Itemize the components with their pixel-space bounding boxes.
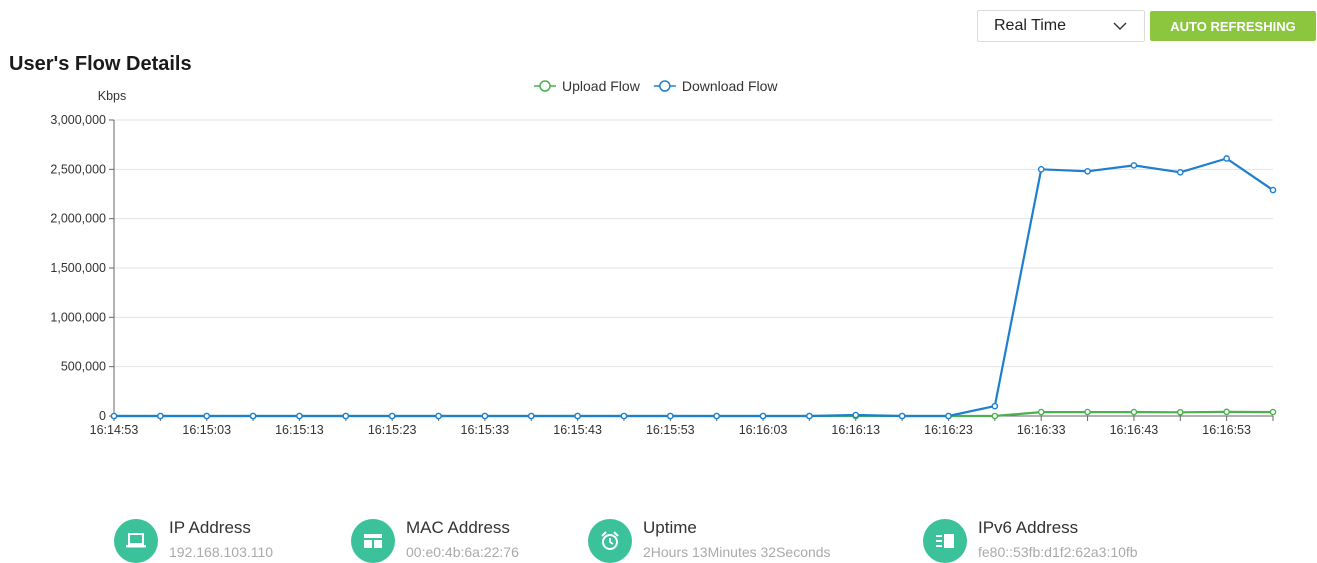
data-point[interactable] xyxy=(806,412,813,420)
x-tick-label: 16:16:03 xyxy=(739,423,788,437)
data-point[interactable] xyxy=(1130,408,1138,416)
ip-address-value: 192.168.103.110 xyxy=(169,544,274,560)
alarm-clock-icon xyxy=(588,519,632,563)
data-point[interactable] xyxy=(1084,408,1091,416)
data-point[interactable] xyxy=(1269,408,1277,416)
chart-grid xyxy=(114,119,1273,368)
auto-refreshing-button[interactable]: AUTO REFRESHING xyxy=(1150,11,1316,41)
x-tick-label: 16:16:13 xyxy=(831,423,880,437)
data-point[interactable] xyxy=(1176,168,1184,176)
data-point[interactable] xyxy=(157,412,164,420)
x-tick-label: 16:16:33 xyxy=(1017,423,1066,437)
x-tick-label: 16:15:23 xyxy=(368,423,417,437)
data-point[interactable] xyxy=(713,412,720,420)
x-tick-label: 16:15:53 xyxy=(646,423,695,437)
data-point[interactable] xyxy=(249,412,257,420)
data-point[interactable] xyxy=(388,412,396,420)
x-tick-label: 16:16:43 xyxy=(1110,423,1159,437)
mac-card-icon xyxy=(351,519,395,563)
y-tick-label: 1,500,000 xyxy=(50,261,106,275)
chevron-down-icon xyxy=(1110,16,1130,36)
data-point[interactable] xyxy=(481,412,489,420)
data-point[interactable] xyxy=(991,412,999,420)
data-point[interactable] xyxy=(991,402,999,410)
chart-series xyxy=(110,155,1277,420)
mac-address-info: MAC Address 00:e0:4b:6a:22:76 xyxy=(351,517,519,563)
data-point[interactable] xyxy=(852,411,860,419)
data-point[interactable] xyxy=(1037,166,1045,173)
data-point[interactable] xyxy=(296,412,303,420)
ipv6-address-value: fe80::53fb:d1f2:62a3:10fb xyxy=(978,544,1138,560)
ipv6-card-icon xyxy=(923,519,967,563)
y-tick-label: 500,000 xyxy=(61,360,106,374)
data-point[interactable] xyxy=(342,412,350,420)
mac-address-value: 00:e0:4b:6a:22:76 xyxy=(406,544,519,560)
data-point[interactable] xyxy=(759,412,767,420)
data-point[interactable] xyxy=(203,412,211,420)
data-point[interactable] xyxy=(1223,155,1230,162)
data-point[interactable] xyxy=(1084,168,1091,175)
x-tick-label: 16:15:43 xyxy=(553,423,602,437)
legend-label[interactable]: Download Flow xyxy=(682,78,779,94)
data-point[interactable] xyxy=(620,412,628,420)
x-tick-label: 16:15:13 xyxy=(275,423,324,437)
flow-chart: Upload Flow Download Flow Kbps 0 500,000 1,… xyxy=(50,78,1277,437)
x-tick-label: 16:16:53 xyxy=(1202,423,1251,437)
real-time-select[interactable]: Real Time xyxy=(977,10,1145,42)
data-point[interactable] xyxy=(945,412,952,420)
x-axis: 16:14:53 16:15:03 16:15:13 16:15:23 16:15:33… xyxy=(90,415,1274,437)
legend-label[interactable]: Upload Flow xyxy=(562,78,641,94)
data-point[interactable] xyxy=(1223,408,1230,416)
data-point[interactable] xyxy=(898,412,906,420)
y-tick-label: 2,000,000 xyxy=(50,212,106,226)
y-axis: 0 500,000 1,000,000 1,500,000 2,000,000 2,500… xyxy=(50,113,115,423)
legend-marker xyxy=(659,80,671,92)
mac-address-label: MAC Address xyxy=(406,518,510,537)
data-point[interactable] xyxy=(110,412,118,420)
ipv6-address-label: IPv6 Address xyxy=(978,518,1079,537)
data-point[interactable] xyxy=(1130,162,1138,169)
y-tick-label: 2,500,000 xyxy=(50,162,106,176)
data-point[interactable] xyxy=(1269,186,1277,194)
data-point[interactable] xyxy=(1176,408,1184,416)
x-tick-label: 16:14:53 xyxy=(90,423,139,437)
uptime-label: Uptime xyxy=(643,518,697,537)
legend-marker xyxy=(539,80,551,92)
laptop-icon xyxy=(114,519,158,563)
y-axis-label: Kbps xyxy=(98,89,127,103)
uptime-value: 2Hours 13Minutes 32Seconds xyxy=(643,544,831,560)
series-line-download-flow xyxy=(114,157,1274,418)
chart-legend: Upload Flow Download Flow xyxy=(534,78,778,94)
select-value: Real Time xyxy=(994,17,1067,34)
y-tick-label: 1,000,000 xyxy=(50,310,106,324)
ipv6-address-info: IPv6 Address fe80::53fb:d1f2:62a3:10fb xyxy=(923,517,1138,563)
y-tick-label: 0 xyxy=(99,409,106,423)
data-point[interactable] xyxy=(527,412,535,420)
ip-address-label: IP Address xyxy=(169,518,251,537)
data-point[interactable] xyxy=(574,412,581,420)
y-tick-label: 3,000,000 xyxy=(50,113,106,127)
x-tick-label: 16:15:03 xyxy=(182,423,231,437)
x-tick-label: 16:16:23 xyxy=(924,423,973,437)
data-point[interactable] xyxy=(435,412,442,420)
uptime-info: Uptime 2Hours 13Minutes 32Seconds xyxy=(588,517,831,563)
x-tick-label: 16:15:33 xyxy=(461,423,510,437)
data-point[interactable] xyxy=(667,412,674,420)
data-point[interactable] xyxy=(1037,408,1045,416)
ip-address-info: IP Address 192.168.103.110 xyxy=(114,517,273,563)
